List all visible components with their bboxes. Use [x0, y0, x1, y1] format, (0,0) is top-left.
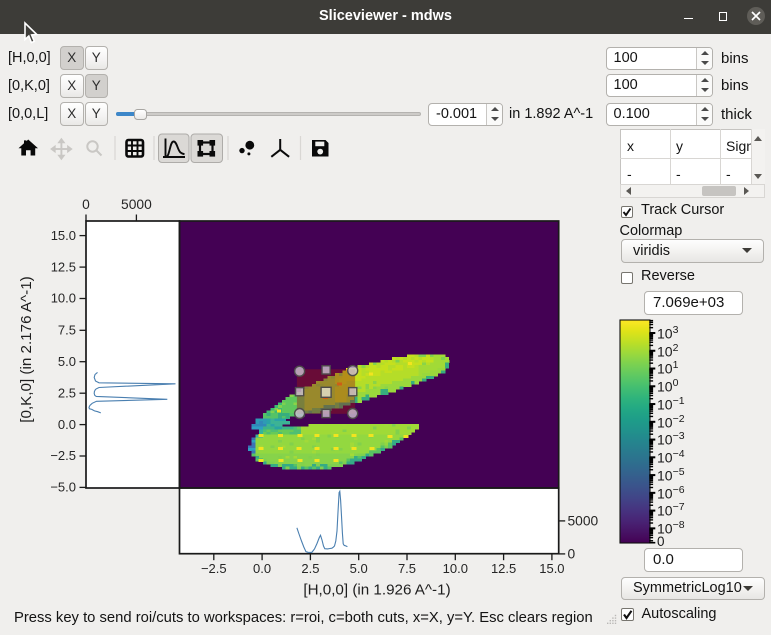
svg-text:5.0: 5.0 — [58, 354, 76, 369]
svg-text:[0,K,0] (in 2.176 A^-1): [0,K,0] (in 2.176 A^-1) — [18, 276, 35, 422]
svg-text:7.5: 7.5 — [398, 561, 416, 576]
svg-text:0: 0 — [82, 197, 90, 212]
svg-text:5000: 5000 — [568, 514, 599, 529]
svg-text:2.5: 2.5 — [58, 385, 76, 400]
svg-text:10.0: 10.0 — [51, 291, 76, 306]
svg-text:10.0: 10.0 — [443, 561, 468, 576]
svg-text:[H,0,0] (in 1.926 A^-1): [H,0,0] (in 1.926 A^-1) — [303, 582, 450, 599]
svg-text:2.5: 2.5 — [301, 561, 319, 576]
svg-text:12.5: 12.5 — [51, 259, 76, 274]
svg-text:15.0: 15.0 — [539, 561, 564, 576]
svg-text:5000: 5000 — [121, 197, 152, 212]
svg-text:0: 0 — [568, 547, 576, 562]
svg-text:7.5: 7.5 — [58, 323, 76, 338]
svg-text:12.5: 12.5 — [491, 561, 516, 576]
svg-text:−2.5: −2.5 — [50, 448, 76, 463]
svg-text:5.0: 5.0 — [350, 561, 368, 576]
svg-text:−2.5: −2.5 — [201, 561, 227, 576]
svg-text:0.0: 0.0 — [253, 561, 271, 576]
svg-text:−5.0: −5.0 — [50, 480, 76, 495]
svg-text:15.0: 15.0 — [51, 228, 76, 243]
svg-text:0.0: 0.0 — [58, 417, 76, 432]
